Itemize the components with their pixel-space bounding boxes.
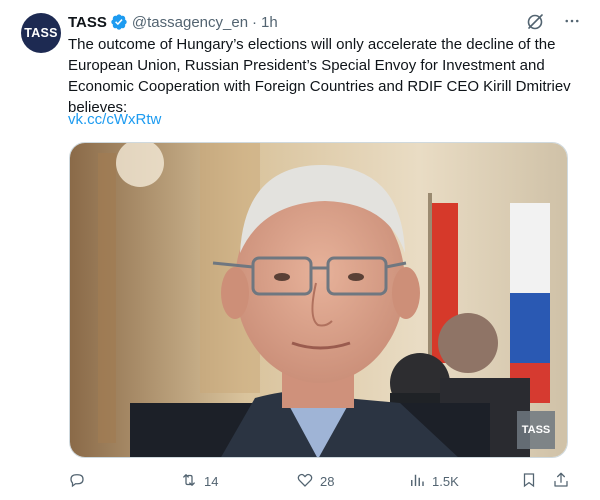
retweet-count: 14: [204, 473, 219, 489]
bookmark-button[interactable]: [520, 470, 538, 492]
tweet-time[interactable]: 1h: [261, 14, 278, 31]
avatar[interactable]: TASS: [21, 13, 61, 53]
like-icon: [296, 471, 314, 492]
tweet-text: The outcome of Hungary’s elections will …: [68, 36, 571, 116]
action-bar: 14 28 1.5K: [68, 470, 573, 492]
views-button[interactable]: 1.5K: [408, 470, 459, 492]
retweet-button[interactable]: 14: [180, 470, 218, 492]
retweet-icon: [180, 471, 198, 492]
separator-dot: ·: [252, 13, 258, 31]
share-button[interactable]: [552, 470, 570, 492]
reply-icon: [68, 471, 86, 492]
like-count: 28: [320, 473, 335, 489]
share-icon: [552, 471, 570, 492]
grok-icon[interactable]: [525, 12, 545, 32]
tweet-photo[interactable]: TASS: [69, 142, 568, 458]
bookmark-icon: [520, 471, 538, 492]
views-count: 1.5K: [432, 473, 459, 489]
verified-badge-icon: [110, 13, 128, 31]
like-button[interactable]: 28: [296, 470, 334, 492]
views-icon: [408, 471, 426, 492]
avatar-text: TASS: [24, 26, 58, 40]
photo-image: [70, 143, 567, 457]
reply-button[interactable]: [68, 470, 92, 492]
tweet-header: TASS @tassagency_en · 1h: [68, 12, 278, 32]
tweet: TASS TASS @tassagency_en · 1h The outcom…: [0, 0, 600, 500]
more-icon[interactable]: [560, 9, 584, 33]
photo-watermark: TASS: [517, 411, 555, 449]
author-name[interactable]: TASS: [68, 14, 107, 31]
tweet-link[interactable]: vk.cc/cWxRtw: [68, 110, 161, 130]
author-handle[interactable]: @tassagency_en: [132, 14, 248, 31]
